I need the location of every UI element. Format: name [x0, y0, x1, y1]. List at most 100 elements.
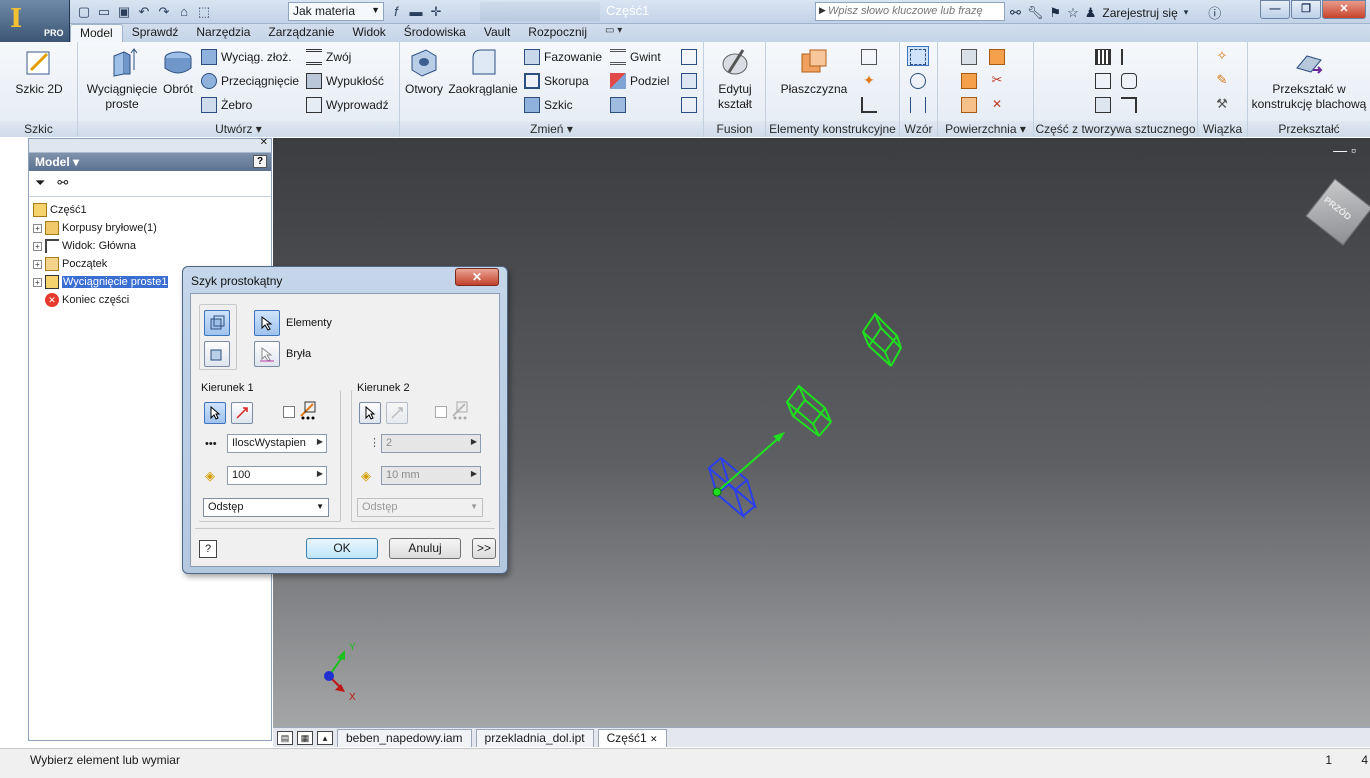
- close-button[interactable]: ✕: [1322, 0, 1366, 19]
- direction-2-midplane-checkbox[interactable]: [435, 406, 447, 418]
- ucs-button[interactable]: [858, 94, 880, 114]
- save-icon[interactable]: ▣: [116, 4, 132, 20]
- return-icon[interactable]: ⌂: [176, 4, 192, 20]
- direction-2-count-input[interactable]: 2 ▶: [381, 434, 481, 453]
- tab-view[interactable]: Widok: [343, 24, 394, 42]
- tree-node-solid-bodies[interactable]: + Korpusy bryłowe(1): [33, 219, 267, 237]
- close-icon[interactable]: ✕: [650, 734, 658, 744]
- select-icon[interactable]: ⬚: [196, 4, 212, 20]
- dialog-close-button[interactable]: ✕: [455, 268, 499, 286]
- tab-get-started[interactable]: Rozpocznij: [519, 24, 596, 42]
- tab-manage[interactable]: Zarządzanie: [259, 24, 343, 42]
- ok-button[interactable]: OK: [306, 538, 378, 559]
- copy-object-button[interactable]: [678, 70, 700, 90]
- axis-button[interactable]: [858, 46, 880, 66]
- features-mode-button[interactable]: [204, 310, 230, 336]
- sweep-button[interactable]: Przeciągnięcie: [201, 71, 299, 91]
- wrench-icon[interactable]: 🔧︎: [1027, 5, 1044, 21]
- derive-button[interactable]: Wyprowadź: [306, 95, 389, 115]
- extrude-button[interactable]: Wyciągnięcie proste: [84, 46, 160, 112]
- doc-tab-gearbox[interactable]: przekladnia_dol.ipt: [475, 728, 594, 747]
- lip-button[interactable]: [1118, 94, 1140, 114]
- arrange-icon[interactable]: ▴: [317, 730, 333, 745]
- direction-1-spacing-input[interactable]: 100 ▶: [227, 466, 327, 485]
- coil-button[interactable]: Zwój: [306, 47, 351, 67]
- material-combo[interactable]: Jak materia ▼: [288, 2, 384, 21]
- emboss-button[interactable]: Wypukłość: [306, 71, 384, 91]
- sculpt-button[interactable]: [958, 94, 980, 114]
- tree-node-view[interactable]: + Widok: Główna: [33, 237, 267, 255]
- undo-icon[interactable]: ↶: [136, 4, 152, 20]
- browser-title[interactable]: Model ▾?: [29, 153, 271, 171]
- harness-2-button[interactable]: ✎: [1211, 70, 1233, 90]
- hole-button[interactable]: Otwory: [402, 46, 446, 97]
- direction-1-flip-button[interactable]: [231, 402, 253, 424]
- rectangular-pattern-button[interactable]: [907, 46, 929, 66]
- delete-face-button[interactable]: [678, 94, 700, 114]
- rib-button[interactable]: Żebro: [201, 95, 252, 115]
- expand-icon[interactable]: +: [33, 259, 42, 269]
- ribbon-options-icon[interactable]: ▭ ▾: [596, 24, 631, 42]
- direction-1-midplane-checkbox[interactable]: [283, 406, 295, 418]
- tab-inspect[interactable]: Sprawdź: [123, 24, 188, 42]
- tab-vault[interactable]: Vault: [475, 24, 519, 42]
- signin-link[interactable]: Zarejestruj się: [1102, 6, 1177, 20]
- tab-tools[interactable]: Narzędzia: [187, 24, 259, 42]
- loft-button[interactable]: Wyciąg. złoż.: [201, 47, 292, 67]
- help-icon[interactable]: ?: [253, 155, 267, 168]
- harness-1-button[interactable]: ✧: [1211, 46, 1233, 66]
- face-draft-button[interactable]: Szkic: [524, 95, 573, 115]
- direction-2-mode-select[interactable]: Odstęp ▼: [357, 498, 483, 517]
- cancel-button[interactable]: Anuluj: [389, 538, 461, 559]
- viewport-minimize-icon[interactable]: — ▫: [1333, 142, 1356, 158]
- tab-model[interactable]: Model: [70, 24, 123, 42]
- point-button[interactable]: ✦: [858, 70, 880, 90]
- chamfer-button[interactable]: Fazowanie: [524, 47, 602, 67]
- new-icon[interactable]: ▢: [76, 4, 92, 20]
- redo-icon[interactable]: ↷: [156, 4, 172, 20]
- mirror-button[interactable]: [907, 94, 929, 114]
- more-button[interactable]: >>: [472, 538, 496, 559]
- communication-icon[interactable]: ⚑: [1049, 5, 1061, 21]
- plus-icon[interactable]: ✛: [428, 4, 444, 20]
- split-button[interactable]: Podziel: [610, 71, 669, 91]
- tile-icon[interactable]: ▤: [277, 730, 293, 745]
- star-icon[interactable]: ☆: [1067, 5, 1079, 21]
- solid-select-button[interactable]: [254, 341, 280, 367]
- tree-node-part[interactable]: Część1: [33, 201, 267, 219]
- expand-icon[interactable]: +: [33, 241, 42, 251]
- direction-1-path-button[interactable]: [204, 402, 226, 424]
- delete-face-surface-button[interactable]: ✕: [986, 94, 1008, 114]
- panel-title-modify[interactable]: Zmień ▾: [400, 121, 703, 137]
- thread-button[interactable]: Gwint: [610, 47, 661, 67]
- direction-2-spacing-input[interactable]: 10 mm ▶: [381, 466, 481, 485]
- doc-tab-assembly[interactable]: beben_napedowy.iam: [337, 728, 472, 747]
- trim-button[interactable]: ✂: [986, 70, 1008, 90]
- revolve-button[interactable]: Obrót: [160, 46, 196, 97]
- search-input[interactable]: ▶ Wpisz słowo kluczowe lub frazę: [815, 2, 1005, 21]
- rest-button[interactable]: [1092, 94, 1114, 114]
- binoculars-icon[interactable]: ⚯: [1010, 5, 1021, 21]
- color-icon[interactable]: ▬: [408, 4, 424, 20]
- shell-button[interactable]: Skorupa: [524, 71, 589, 91]
- create-2d-sketch-button[interactable]: Szkic 2D: [8, 46, 70, 97]
- features-select-button[interactable]: [254, 310, 280, 336]
- direction-2-path-button[interactable]: [359, 402, 381, 424]
- direction-2-flip-button[interactable]: [386, 402, 408, 424]
- direction-1-mode-select[interactable]: Odstęp ▼: [203, 498, 329, 517]
- circular-pattern-button[interactable]: [907, 70, 929, 90]
- minimize-button[interactable]: —: [1260, 0, 1290, 19]
- binoculars-icon[interactable]: ⚯: [57, 175, 68, 192]
- patch-button[interactable]: [986, 46, 1008, 66]
- chevron-down-icon[interactable]: ▾: [1184, 7, 1189, 18]
- filter-icon[interactable]: ⏷: [35, 175, 45, 192]
- edit-form-button[interactable]: Edytuj kształt: [708, 46, 762, 112]
- expand-icon[interactable]: +: [33, 277, 42, 287]
- harness-3-button[interactable]: ⚒: [1211, 94, 1233, 114]
- panel-title-surface[interactable]: Powierzchnia ▾: [938, 121, 1033, 137]
- dialog-help-button[interactable]: ?: [199, 540, 217, 558]
- rule-fillet-button[interactable]: [1118, 70, 1140, 90]
- boss-button[interactable]: [1092, 70, 1114, 90]
- solid-mode-button[interactable]: [204, 341, 230, 367]
- cascade-icon[interactable]: ▦: [297, 730, 313, 745]
